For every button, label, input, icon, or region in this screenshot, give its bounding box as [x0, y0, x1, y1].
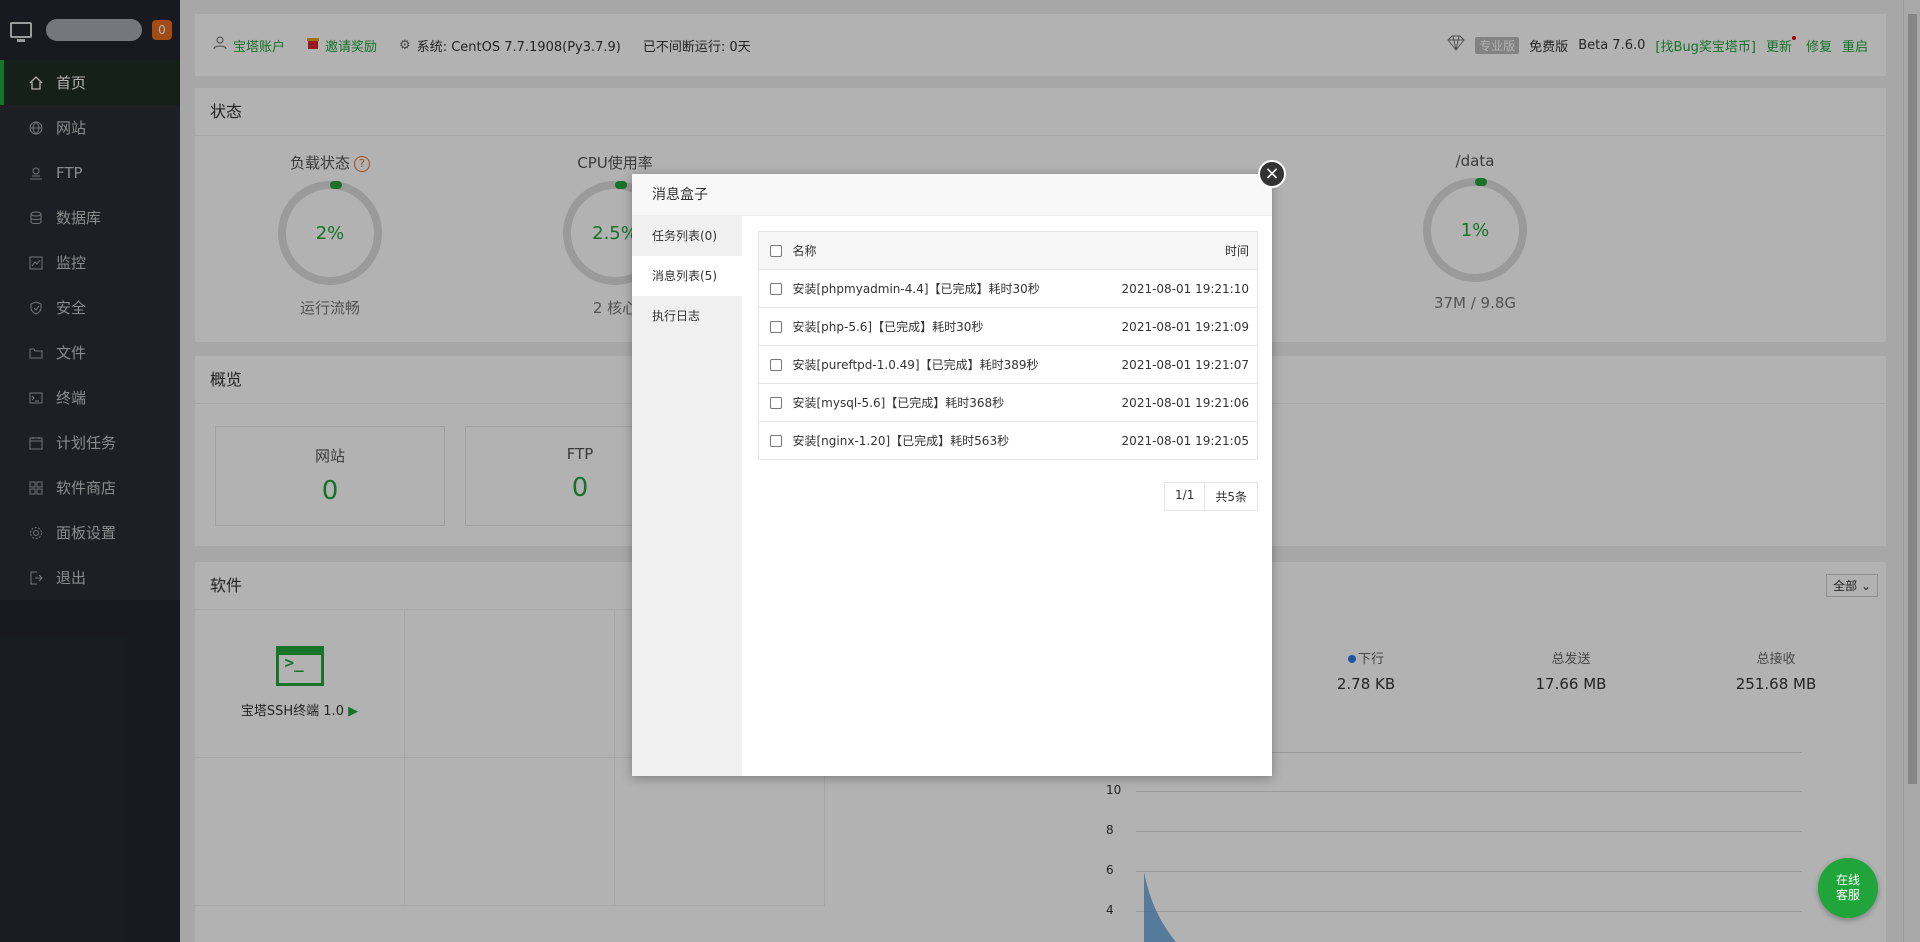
- table-row: 安装[mysql-5.6]【已完成】耗时368秒 2021-08-01 19:2…: [758, 383, 1258, 422]
- row-checkbox[interactable]: [769, 359, 782, 371]
- tab-exec-log[interactable]: 执行日志: [632, 296, 742, 336]
- online-support-button[interactable]: 在线 客服: [1818, 858, 1878, 918]
- message-box-dialog: 消息盒子 × 任务列表(0) 消息列表(5) 执行日志 名称 时间 安装[php…: [632, 160, 1286, 776]
- close-icon[interactable]: ×: [1258, 160, 1286, 188]
- tab-message-list[interactable]: 消息列表(5): [632, 256, 742, 296]
- row-time: 2021-08-01 19:21:09: [1092, 307, 1258, 346]
- table-row: 安装[nginx-1.20]【已完成】耗时563秒 2021-08-01 19:…: [758, 421, 1258, 460]
- row-time: 2021-08-01 19:21:10: [1092, 269, 1258, 308]
- row-checkbox[interactable]: [769, 397, 782, 409]
- row-checkbox[interactable]: [769, 283, 782, 295]
- select-all-checkbox[interactable]: [769, 245, 782, 257]
- table-header-row: 名称 时间: [758, 231, 1258, 270]
- row-name: 安装[phpmyadmin-4.4]【已完成】耗时30秒: [792, 269, 1093, 308]
- col-name-header: 名称: [792, 231, 1093, 270]
- message-table-area: 名称 时间 安装[phpmyadmin-4.4]【已完成】耗时30秒 2021-…: [758, 231, 1258, 511]
- row-time: 2021-08-01 19:21:05: [1092, 421, 1258, 460]
- select-all-cell: [758, 231, 793, 270]
- row-checkbox[interactable]: [769, 321, 782, 333]
- row-name: 安装[php-5.6]【已完成】耗时30秒: [792, 307, 1093, 346]
- modal-tabs: 任务列表(0) 消息列表(5) 执行日志: [632, 216, 742, 776]
- row-name: 安装[pureftpd-1.0.49]【已完成】耗时389秒: [792, 345, 1093, 384]
- page-indicator[interactable]: 1/1: [1164, 482, 1206, 511]
- total-count: 共5条: [1204, 482, 1258, 511]
- row-checkbox-cell: [758, 269, 793, 308]
- table-row: 安装[pureftpd-1.0.49]【已完成】耗时389秒 2021-08-0…: [758, 345, 1258, 384]
- row-checkbox-cell: [758, 345, 793, 384]
- row-name: 安装[nginx-1.20]【已完成】耗时563秒: [792, 421, 1093, 460]
- row-time: 2021-08-01 19:21:07: [1092, 345, 1258, 384]
- table-row: 安装[php-5.6]【已完成】耗时30秒 2021-08-01 19:21:0…: [758, 307, 1258, 346]
- message-table: 名称 时间 安装[phpmyadmin-4.4]【已完成】耗时30秒 2021-…: [758, 231, 1258, 460]
- modal-title: 消息盒子: [632, 174, 1272, 216]
- pagination: 1/1 共5条: [758, 482, 1258, 511]
- row-checkbox-cell: [758, 307, 793, 346]
- row-checkbox-cell: [758, 421, 793, 460]
- table-row: 安装[phpmyadmin-4.4]【已完成】耗时30秒 2021-08-01 …: [758, 269, 1258, 308]
- row-checkbox-cell: [758, 383, 793, 422]
- row-name: 安装[mysql-5.6]【已完成】耗时368秒: [792, 383, 1093, 422]
- support-line2: 客服: [1835, 888, 1860, 902]
- row-checkbox[interactable]: [769, 435, 782, 447]
- tab-task-list[interactable]: 任务列表(0): [632, 216, 742, 256]
- support-line1: 在线: [1835, 873, 1860, 887]
- row-time: 2021-08-01 19:21:06: [1092, 383, 1258, 422]
- col-time-header: 时间: [1092, 231, 1258, 270]
